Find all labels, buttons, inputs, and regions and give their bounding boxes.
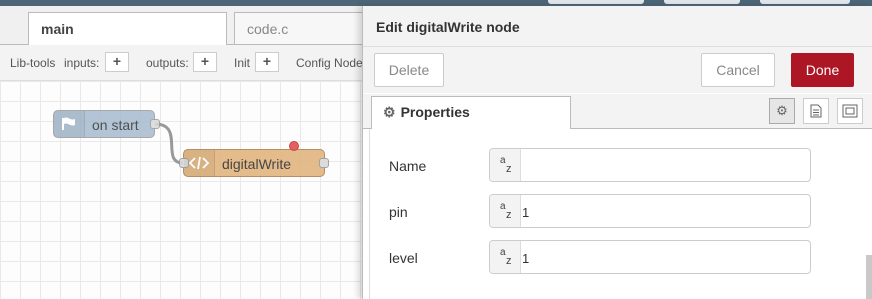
header-button[interactable] xyxy=(548,0,644,4)
pin-input[interactable]: az 1 xyxy=(489,194,811,228)
edit-tray: Edit digitalWrite node Delete Cancel Don… xyxy=(362,6,872,299)
appearance-icon[interactable] xyxy=(837,98,863,124)
type-badge-icon[interactable]: az xyxy=(490,241,521,273)
scrollbar[interactable] xyxy=(866,255,872,299)
tab-label: Properties xyxy=(400,104,470,120)
field-label: Name xyxy=(389,158,427,174)
properties-panel: Name az pin az 1 level az 1 xyxy=(369,129,868,299)
flag-icon xyxy=(54,111,85,137)
field-row-level: level az 1 xyxy=(370,240,868,274)
field-value: 1 xyxy=(522,205,530,220)
description-icon[interactable] xyxy=(803,98,829,124)
field-value: 1 xyxy=(522,251,530,266)
tab-properties[interactable]: ⚙ Properties xyxy=(371,96,571,129)
node-label: digitalWrite xyxy=(222,156,291,172)
output-port[interactable] xyxy=(319,158,329,168)
field-label: level xyxy=(389,250,418,266)
node-digitalwrite[interactable]: digitalWrite xyxy=(179,149,329,177)
field-row-name: Name az xyxy=(370,148,868,182)
node-on-start[interactable]: on start xyxy=(53,110,160,138)
header-button[interactable] xyxy=(664,0,740,4)
done-button[interactable]: Done xyxy=(791,53,854,87)
name-input[interactable]: az xyxy=(489,148,811,182)
field-row-pin: pin az 1 xyxy=(370,194,868,228)
tray-header: Edit digitalWrite node xyxy=(363,6,872,47)
changed-indicator xyxy=(289,141,299,151)
field-label: pin xyxy=(389,204,408,220)
cancel-button[interactable]: Cancel xyxy=(701,53,775,87)
tray-title: Edit digitalWrite node xyxy=(376,19,520,35)
settings-gear-icon[interactable]: ⚙ xyxy=(769,98,795,124)
header-button[interactable] xyxy=(760,0,850,4)
type-badge-icon[interactable]: az xyxy=(490,149,521,181)
output-port[interactable] xyxy=(150,119,160,129)
tray-button-bar: Delete Cancel Done xyxy=(363,47,872,93)
type-badge-icon[interactable]: az xyxy=(490,195,521,227)
delete-button[interactable]: Delete xyxy=(374,53,444,87)
node-label: on start xyxy=(92,117,139,133)
level-input[interactable]: az 1 xyxy=(489,240,811,274)
gear-icon: ⚙ xyxy=(383,104,396,120)
tray-tabs: ⚙ Properties ⚙ xyxy=(363,94,872,129)
code-icon xyxy=(184,150,215,176)
